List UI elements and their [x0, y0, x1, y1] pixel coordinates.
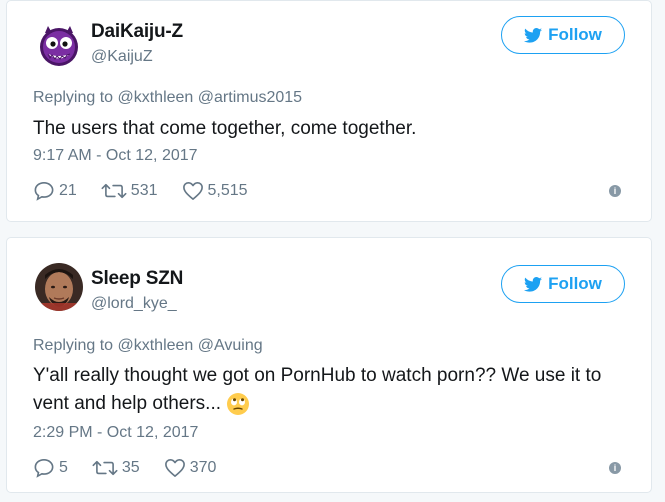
tweet-actions: 5 35 370 — [33, 458, 240, 478]
tweet-actions: 21 531 5,515 — [33, 181, 272, 201]
retweet-count: 35 — [121, 459, 140, 476]
avatar[interactable] — [35, 263, 83, 311]
timestamp[interactable]: 2:29 PM - Oct 12, 2017 — [33, 424, 198, 442]
retweet-action[interactable]: 35 — [92, 459, 140, 477]
replying-to: Replying to @kxthleen @Avuing — [33, 337, 263, 354]
tweet-card: DaiKaiju-Z @KaijuZ Follow Replying to @k… — [6, 0, 652, 222]
reply-action[interactable]: 5 — [33, 458, 68, 478]
replying-to: Replying to @kxthleen @artimus2015 — [33, 89, 303, 106]
follow-button[interactable]: Follow — [501, 265, 625, 303]
user-handle[interactable]: @KaijuZ — [91, 48, 153, 66]
like-count: 370 — [189, 459, 217, 476]
follow-button[interactable]: Follow — [501, 16, 625, 54]
avatar[interactable] — [35, 21, 83, 69]
reply-action[interactable]: 21 — [33, 181, 77, 201]
profile-photo-avatar-icon — [35, 263, 83, 311]
reply-count: 5 — [59, 459, 68, 476]
tweet-text: The users that come together, come toget… — [33, 118, 417, 139]
retweet-count: 531 — [130, 182, 158, 199]
tweet-text-container: Y'all really thought we got on PornHub t… — [33, 362, 629, 418]
twitter-bird-icon — [524, 27, 543, 43]
twitter-bird-icon — [524, 276, 543, 292]
heart-icon — [164, 459, 185, 477]
follow-button-label: Follow — [548, 25, 602, 44]
follow-button-label: Follow — [548, 274, 602, 293]
user-handle[interactable]: @lord_kye_ — [91, 295, 177, 313]
display-name[interactable]: Sleep SZN — [91, 268, 183, 290]
info-icon[interactable]: i — [609, 185, 621, 197]
tweet-card: Sleep SZN @lord_kye_ Follow Replying to … — [6, 237, 652, 493]
tweet-text: Y'all really thought we got on PornHub t… — [33, 365, 602, 414]
heart-icon — [182, 182, 203, 200]
eye-roll-emoji-icon — [227, 392, 250, 415]
reply-icon — [34, 181, 54, 201]
like-count: 5,515 — [207, 182, 248, 199]
like-action[interactable]: 5,515 — [182, 181, 248, 201]
reply-count: 21 — [59, 182, 77, 199]
retweet-action[interactable]: 531 — [101, 182, 158, 200]
timestamp[interactable]: 9:17 AM - Oct 12, 2017 — [33, 147, 198, 165]
retweet-icon — [92, 460, 118, 476]
reply-icon — [34, 458, 54, 478]
like-action[interactable]: 370 — [164, 458, 217, 478]
display-name[interactable]: DaiKaiju-Z — [91, 21, 183, 43]
retweet-icon — [101, 183, 127, 199]
purple-monster-avatar-icon — [40, 26, 78, 66]
info-icon[interactable]: i — [609, 462, 621, 474]
